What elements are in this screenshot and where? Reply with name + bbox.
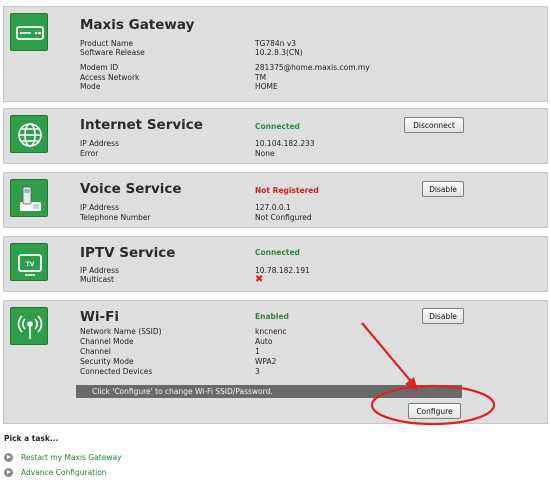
telephone-number-value: Not Configured bbox=[255, 213, 312, 222]
arrow-bullet-icon bbox=[4, 453, 13, 462]
tv-icon: TV bbox=[10, 243, 48, 281]
ssid-value: kncnenc bbox=[255, 327, 287, 336]
mode-label: Mode bbox=[80, 82, 101, 91]
wifi-disable-button[interactable]: Disable bbox=[422, 308, 464, 324]
iptv-service-title: IPTV Service bbox=[80, 245, 176, 261]
gateway-panel: Maxis Gateway Product Name TG784n v3 Sof… bbox=[3, 6, 548, 102]
tv-icon-text: TV bbox=[26, 261, 35, 268]
voice-ip-label: IP Address bbox=[80, 203, 119, 212]
security-mode-value: WPA2 bbox=[255, 357, 277, 366]
connected-devices-label: Connected Devices bbox=[80, 367, 153, 376]
voice-disable-button[interactable]: Disable bbox=[422, 181, 464, 197]
internet-status: Connected bbox=[255, 122, 300, 131]
voice-status: Not Registered bbox=[255, 186, 319, 195]
phone-icon bbox=[10, 179, 48, 217]
globe-icon bbox=[10, 115, 48, 153]
configure-button[interactable]: Configure bbox=[408, 403, 461, 419]
voice-service-title: Voice Service bbox=[80, 181, 182, 197]
internet-service-panel: Internet Service Connected Disconnect IP… bbox=[3, 108, 548, 164]
wifi-title: Wi-Fi bbox=[80, 309, 119, 325]
wifi-status: Enabled bbox=[255, 312, 289, 321]
disconnect-button[interactable]: Disconnect bbox=[404, 117, 464, 133]
telephone-number-label: Telephone Number bbox=[80, 213, 151, 222]
voice-ip-value: 127.0.0.1 bbox=[255, 203, 291, 212]
multicast-label: Multicast bbox=[80, 275, 114, 284]
router-icon bbox=[10, 13, 48, 51]
channel-label: Channel bbox=[80, 347, 111, 356]
arrow-bullet-icon bbox=[4, 468, 13, 477]
connected-devices-value: 3 bbox=[255, 367, 260, 376]
page-title: Maxis Gateway bbox=[80, 17, 195, 33]
security-mode-label: Security Mode bbox=[80, 357, 134, 366]
internet-service-title: Internet Service bbox=[80, 117, 203, 133]
modem-id-label: Modem ID bbox=[80, 63, 119, 72]
internet-ip-value: 10.104.182.233 bbox=[255, 139, 315, 148]
wifi-info-bar: Click 'Configure' to change Wi-Fi SSID/P… bbox=[76, 385, 462, 398]
task-advance-label[interactable]: Advance Configuration bbox=[21, 468, 107, 477]
channel-mode-label: Channel Mode bbox=[80, 337, 134, 346]
internet-error-label: Error bbox=[80, 149, 99, 158]
modem-id-value: 281375@home.maxis.com.my bbox=[255, 63, 370, 72]
internet-ip-label: IP Address bbox=[80, 139, 119, 148]
mode-value: HOME bbox=[255, 82, 278, 91]
wifi-antenna-icon bbox=[10, 307, 48, 345]
multicast-disabled-icon: ✖ bbox=[255, 274, 264, 285]
task-restart-gateway[interactable]: Restart my Maxis Gateway bbox=[4, 453, 121, 462]
wifi-panel: Wi-Fi Enabled Disable Network Name (SSID… bbox=[3, 300, 548, 424]
voice-service-panel: Voice Service Not Registered Disable IP … bbox=[3, 172, 548, 228]
channel-mode-value: Auto bbox=[255, 337, 273, 346]
internet-error-value: None bbox=[255, 149, 275, 158]
iptv-service-panel: TV IPTV Service Connected IP Address 10.… bbox=[3, 236, 548, 292]
task-restart-label[interactable]: Restart my Maxis Gateway bbox=[21, 453, 121, 462]
task-section-title: Pick a task... bbox=[4, 434, 59, 443]
channel-value: 1 bbox=[255, 347, 260, 356]
software-release-label: Software Release bbox=[80, 48, 145, 57]
software-release-value: 10.2.8.3(CN) bbox=[255, 48, 303, 57]
iptv-status: Connected bbox=[255, 248, 300, 257]
ssid-label: Network Name (SSID) bbox=[80, 327, 162, 336]
task-advance-configuration[interactable]: Advance Configuration bbox=[4, 468, 107, 477]
